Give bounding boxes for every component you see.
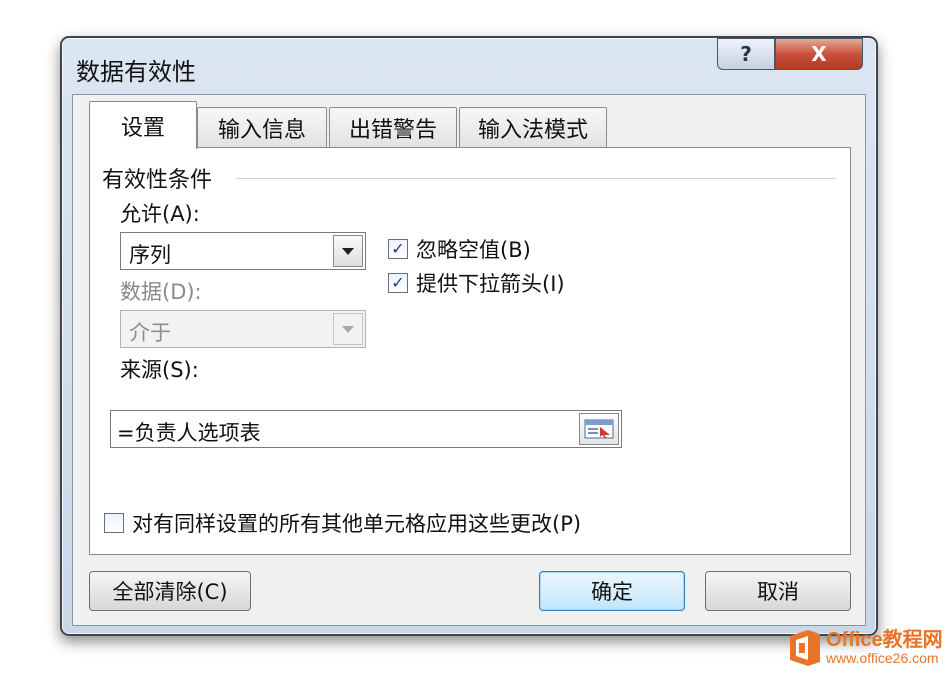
watermark-url: www.office26.com: [826, 650, 939, 667]
help-button[interactable]: ?: [717, 38, 775, 70]
tab-label: 输入法模式: [477, 117, 588, 143]
allow-label: 允许(A):: [120, 202, 200, 226]
tab-input-message[interactable]: 输入信息: [197, 107, 327, 147]
office-logo-icon: [790, 630, 820, 666]
data-dropdown-button: [333, 313, 363, 345]
clear-all-button[interactable]: 全部清除(C): [89, 571, 251, 611]
data-select: 介于: [120, 310, 366, 348]
dialog-title: 数据有效性: [76, 58, 196, 86]
tab-label: 设置: [120, 115, 165, 141]
validation-criteria-heading: 有效性条件: [102, 168, 213, 193]
apply-to-all-checkbox[interactable]: 对有同样设置的所有其他单元格应用这些更改(P): [104, 508, 581, 538]
source-input-value: =负责人选项表: [117, 421, 261, 445]
settings-panel: 有效性条件 允许(A): 序列 ✓ 忽略空值(B) ✓ 提供下拉箭头(I) 数据…: [89, 147, 851, 555]
source-input[interactable]: =负责人选项表: [110, 410, 622, 448]
apply-to-all-label: 对有同样设置的所有其他单元格应用这些更改(P): [132, 512, 582, 536]
cancel-button[interactable]: 取消: [705, 571, 851, 611]
allow-dropdown-button[interactable]: [333, 235, 363, 267]
close-icon: X: [811, 42, 827, 66]
in-cell-dropdown-label: 提供下拉箭头(I): [416, 272, 565, 296]
dialog-client-area: 设置 输入信息 出错警告 输入法模式 有效性条件 允许(A): 序列 ✓ 忽略空…: [72, 94, 866, 626]
tab-label: 输入信息: [217, 117, 306, 143]
tab-error-alert[interactable]: 出错警告: [329, 107, 457, 147]
watermark-brand: Office教程网: [826, 629, 943, 652]
close-button[interactable]: X: [775, 38, 863, 70]
checkbox-empty-icon: [104, 513, 124, 533]
ignore-blank-checkbox[interactable]: ✓ 忽略空值(B): [388, 234, 531, 264]
tab-label: 出错警告: [348, 117, 437, 143]
tab-ime-mode[interactable]: 输入法模式: [459, 107, 607, 147]
allow-select-value: 序列: [129, 243, 171, 267]
ok-button[interactable]: 确定: [539, 571, 685, 611]
checkmark-icon: ✓: [388, 239, 408, 259]
data-select-value: 介于: [129, 321, 171, 345]
data-validation-dialog: 数据有效性 ? X 设置 输入信息 出错警告 输入法模式 有效性条件 允许(A)…: [60, 36, 878, 636]
collapse-dialog-button[interactable]: [579, 413, 619, 445]
in-cell-dropdown-checkbox[interactable]: ✓ 提供下拉箭头(I): [388, 268, 565, 298]
checkmark-icon: ✓: [388, 273, 408, 293]
ignore-blank-label: 忽略空值(B): [416, 238, 531, 262]
help-icon: ?: [740, 42, 752, 66]
source-label: 来源(S):: [120, 358, 199, 382]
range-select-icon: [584, 419, 614, 439]
tab-settings[interactable]: 设置: [89, 101, 197, 149]
data-label: 数据(D):: [120, 280, 202, 304]
allow-select[interactable]: 序列: [120, 232, 366, 270]
group-divider: [236, 178, 836, 179]
title-bar[interactable]: 数据有效性 ? X: [62, 38, 876, 94]
chevron-down-icon: [342, 325, 354, 333]
site-watermark: Office教程网 www.office26.com: [788, 628, 943, 668]
chevron-down-icon: [342, 247, 354, 255]
